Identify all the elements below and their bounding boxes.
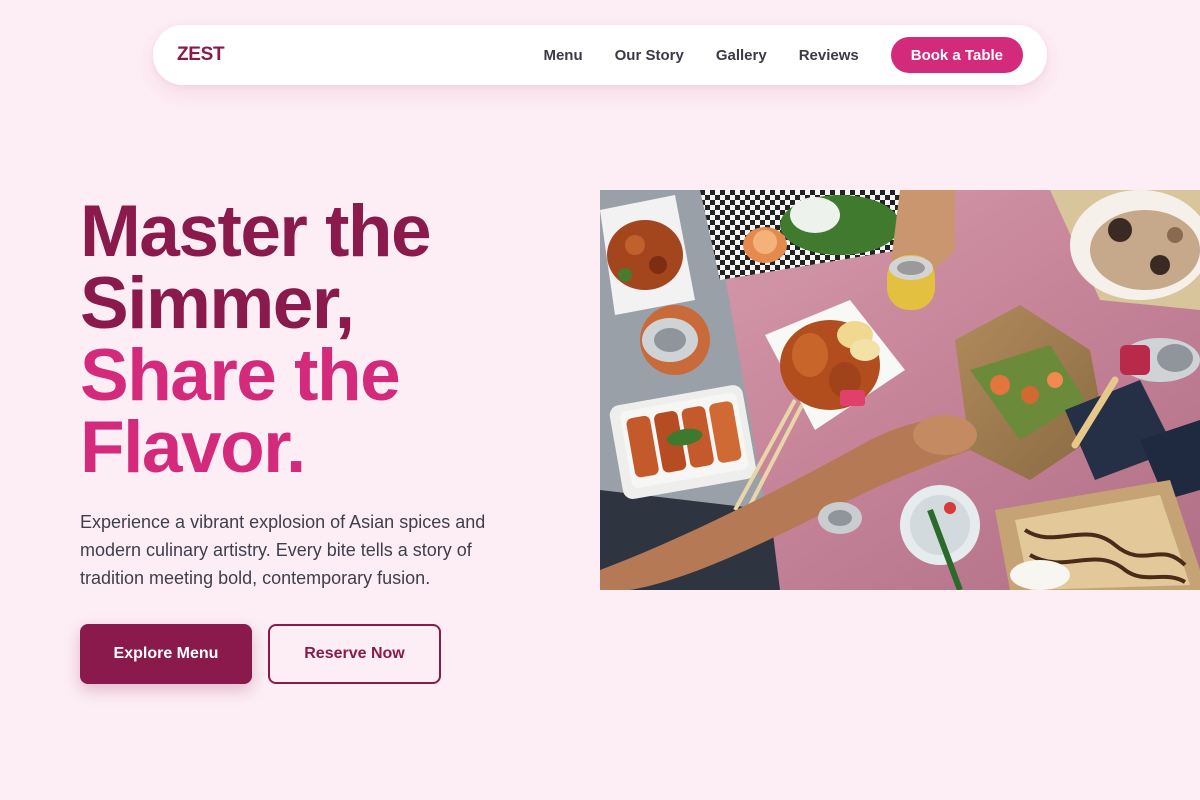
nav-link-our-story[interactable]: Our Story — [615, 47, 684, 64]
headline-line-3: Share the — [80, 335, 401, 416]
brand-logo[interactable]: ZEST — [177, 44, 225, 66]
explore-menu-button[interactable]: Explore Menu — [80, 624, 252, 684]
book-table-button[interactable]: Book a Table — [890, 37, 1023, 73]
headline-line-2: Simmer, — [80, 263, 355, 344]
reserve-now-button[interactable]: Reserve Now — [268, 624, 441, 684]
navbar: ZEST Menu Our Story Gallery Reviews Book… — [153, 25, 1047, 85]
hero-food-image — [600, 190, 1200, 590]
hero-headline: Master the Simmer, Share the Flavor. — [80, 191, 580, 488]
nav-links: Menu Our Story Gallery Reviews Book a Ta… — [543, 37, 1023, 73]
headline-line-1: Master the — [80, 191, 432, 272]
nav-link-menu[interactable]: Menu — [543, 47, 582, 64]
hero-description: Experience a vibrant explosion of Asian … — [80, 512, 486, 588]
nav-link-reviews[interactable]: Reviews — [799, 47, 859, 64]
nav-link-gallery[interactable]: Gallery — [716, 47, 767, 64]
headline-line-4: Flavor. — [80, 407, 306, 488]
